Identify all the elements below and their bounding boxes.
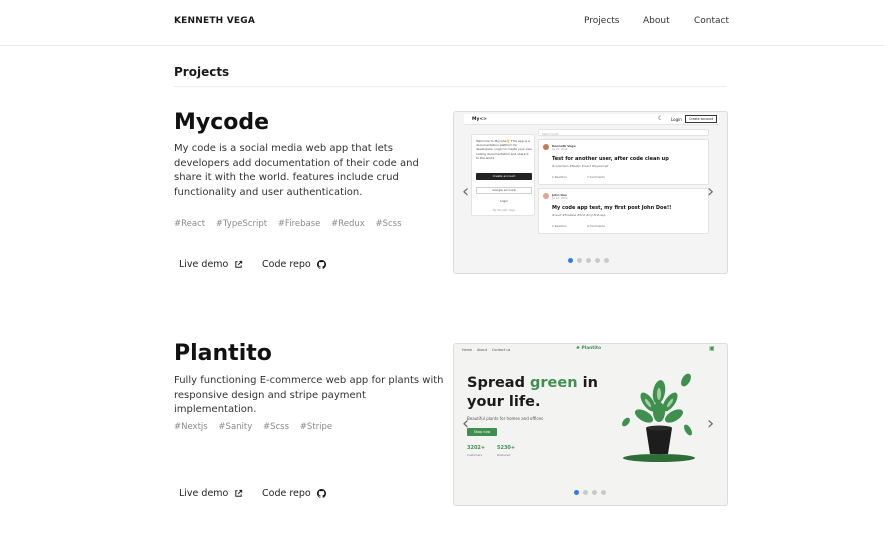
carousel-dot[interactable] (568, 258, 573, 263)
carousel-dot[interactable] (595, 258, 600, 263)
cart-icon: ▣ (709, 345, 715, 352)
preview-create-btn: Create account (476, 173, 532, 180)
preview-logo: ♣ Plantito (576, 346, 601, 351)
project-preview-mycode: My<> ☾ Login Create account Welcome to M… (453, 111, 728, 274)
preview-stat-label: Delivered (497, 453, 511, 457)
chevron-right-icon[interactable]: › (707, 183, 714, 201)
project-description-mycode: My code is a social media web app that l… (174, 143, 419, 198)
section-divider (174, 86, 727, 87)
external-link-icon (235, 489, 243, 497)
carousel-dots (568, 258, 609, 263)
live-demo-label: Live demo (179, 488, 229, 499)
carousel-dot[interactable] (586, 258, 591, 263)
preview-post: John Doe Jul 10, 2022 My code app test, … (538, 188, 709, 234)
code-repo-link-plantito[interactable]: Code repo (262, 488, 326, 499)
brand-logo[interactable]: KENNETH VEGA (174, 16, 255, 26)
preview-hero-heading: Spread green in your life. (467, 375, 598, 410)
preview-sidebar: Welcome to Mycode👋 This app is a documen… (471, 134, 535, 216)
project-title-mycode: Mycode (174, 110, 270, 135)
preview-login: Login (671, 117, 682, 122)
preview-stat-value: 3202+ (467, 445, 486, 451)
live-demo-label: Live demo (179, 259, 229, 270)
carousel-dot[interactable] (583, 490, 588, 495)
code-repo-link-mycode[interactable]: Code repo (262, 259, 326, 270)
avatar (543, 193, 549, 199)
project-description-plantito: Fully functioning E-commerce web app for… (174, 375, 444, 415)
preview-note: By Kenneth Vega (492, 209, 516, 212)
code-repo-label: Code repo (262, 488, 311, 499)
carousel-dot[interactable] (604, 258, 609, 263)
preview-navbar: My<> ☾ Login Create account (464, 114, 719, 125)
preview-search: Search post (538, 129, 709, 136)
preview-welcome: Welcome to Mycode👋 This app is a documen… (476, 139, 532, 160)
moon-icon: ☾ (658, 115, 664, 122)
github-icon (316, 260, 326, 269)
plant-image (622, 373, 695, 462)
project-preview-plantito: Home About Contact us ♣ Plantito ▣ Sprea… (453, 343, 728, 506)
tag: #TypeScript (215, 219, 268, 229)
project-tags-plantito: #Nextjs #Sanity #Scss #Stripe (174, 422, 340, 432)
nav-projects[interactable]: Projects (584, 16, 619, 26)
tag: #Scss (375, 219, 402, 229)
preview-create: Create account (685, 115, 718, 123)
nav-about[interactable]: About (643, 16, 670, 26)
preview-stat-value: 5230+ (497, 445, 516, 451)
tag: #Stripe (299, 422, 333, 432)
preview-logo: My<> (472, 117, 487, 122)
live-demo-link-mycode[interactable]: Live demo (179, 259, 243, 270)
preview-subtitle: Beautiful plants for homes and offices (467, 416, 544, 421)
site-header: KENNETH VEGA Projects About Contact (0, 0, 884, 46)
chevron-right-icon[interactable]: › (707, 415, 714, 433)
preview-nav: Home About Contact us (462, 348, 511, 352)
chevron-left-icon[interactable]: ‹ (462, 183, 469, 201)
preview-shop-button: Shop now (467, 428, 497, 436)
carousel-dot[interactable] (577, 258, 582, 263)
tag: #Firebase (277, 219, 321, 229)
tag: #Sanity (218, 422, 253, 432)
preview-stat-label: Customers (467, 453, 483, 457)
external-link-icon (235, 260, 243, 268)
code-repo-label: Code repo (262, 259, 311, 270)
preview-google-btn: Google account (476, 187, 532, 194)
project-title-plantito: Plantito (174, 341, 272, 366)
carousel-dot[interactable] (592, 490, 597, 495)
github-icon (316, 489, 326, 498)
tag: #Scss (262, 422, 290, 432)
chevron-left-icon[interactable]: ‹ (462, 415, 469, 433)
nav-contact[interactable]: Contact (694, 16, 729, 26)
live-demo-link-plantito[interactable]: Live demo (179, 488, 243, 499)
project-tags-mycode: #React #TypeScript #Firebase #Redux #Scs… (174, 219, 410, 229)
section-title: Projects (174, 65, 230, 79)
carousel-dot[interactable] (601, 490, 606, 495)
leaf-icon: ♣ (576, 346, 580, 351)
preview-login-link: Login (499, 199, 509, 203)
carousel-dot[interactable] (574, 490, 579, 495)
tag: #React (174, 219, 206, 229)
preview-post: Kenneth Vega Jul 10, 2022 Test for anoth… (538, 139, 709, 185)
avatar (543, 144, 549, 150)
tag: #Redux (331, 219, 365, 229)
tag: #Nextjs (174, 422, 208, 432)
carousel-dots (574, 490, 606, 495)
